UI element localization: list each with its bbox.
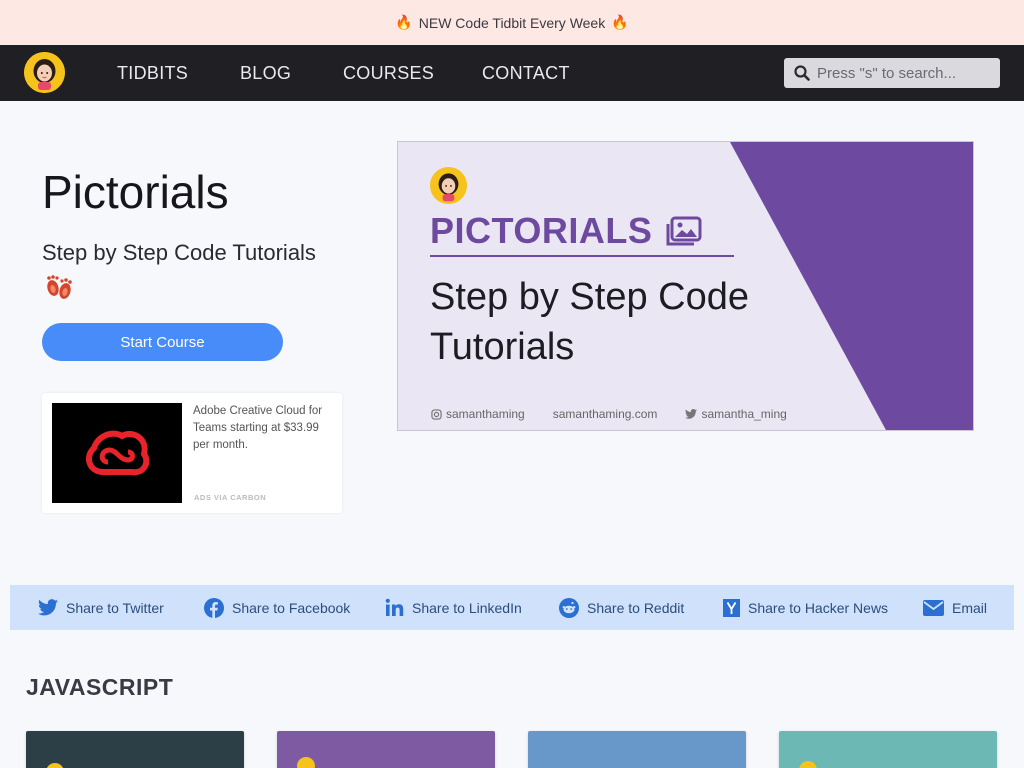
page-title: Pictorials	[42, 166, 229, 218]
announcement-text[interactable]: NEW Code Tidbit Every Week	[419, 15, 605, 31]
avatar-icon	[24, 52, 65, 93]
ad-text[interactable]: Adobe Creative Cloud for Teams starting …	[193, 403, 331, 454]
share-label[interactable]: Share to Facebook	[232, 600, 350, 616]
twitter-icon	[685, 409, 698, 419]
start-course-button[interactable]: Start Course	[42, 323, 283, 361]
nav-tidbits[interactable]: TIDBITS	[117, 45, 188, 101]
fire-icon: 🔥	[611, 14, 629, 30]
announcement-bar[interactable]: 🔥 NEW Code Tidbit Every Week 🔥	[0, 0, 1024, 45]
facebook-icon	[204, 597, 224, 618]
section-title: JAVASCRIPT	[26, 674, 174, 700]
tidbit-card[interactable]	[528, 731, 746, 768]
card-avatar-icon	[46, 763, 64, 768]
hacker-news-icon	[723, 598, 740, 617]
banner-divider	[430, 255, 734, 257]
course-banner: PICTORIALS Step by Step Code Tutorials s…	[397, 141, 974, 431]
share-bar: Share to Twitter Share to Facebook Share…	[10, 585, 1014, 630]
banner-avatar-icon	[430, 167, 467, 204]
search-input[interactable]: Press "s" to search...	[784, 58, 1000, 88]
share-label[interactable]: Email	[952, 600, 987, 616]
banner-title-text: PICTORIALS	[430, 210, 653, 251]
twitter-icon	[38, 599, 58, 616]
images-icon	[666, 216, 702, 246]
share-reddit-button[interactable]: Share to Reddit	[559, 585, 684, 630]
avatar-logo[interactable]	[24, 52, 65, 93]
banner-footer: samanthaming samanthaming.com samantha_m…	[431, 407, 787, 421]
search-icon	[794, 65, 810, 81]
share-label[interactable]: Share to Twitter	[66, 600, 164, 616]
footprints-icon	[44, 273, 74, 306]
share-twitter-button[interactable]: Share to Twitter	[38, 585, 164, 630]
share-hacker-news-button[interactable]: Share to Hacker News	[723, 585, 888, 630]
carbon-ad[interactable]: Adobe Creative Cloud for Teams starting …	[42, 393, 342, 513]
nav-contact[interactable]: CONTACT	[482, 45, 570, 101]
search-placeholder: Press "s" to search...	[817, 64, 957, 82]
page-subtitle: Step by Step Code Tutorials	[42, 240, 316, 265]
tidbit-card[interactable]	[779, 731, 997, 768]
card-avatar-icon	[799, 761, 817, 768]
share-label[interactable]: Share to Reddit	[587, 600, 684, 616]
reddit-icon	[559, 597, 579, 618]
creative-cloud-logo-icon	[86, 430, 150, 476]
banner-title: PICTORIALS	[430, 210, 702, 252]
share-facebook-button[interactable]: Share to Facebook	[204, 585, 350, 630]
share-label[interactable]: Share to LinkedIn	[412, 600, 522, 616]
email-icon	[923, 599, 944, 616]
banner-website: samanthaming.com	[552, 407, 658, 421]
banner-twitter: samantha_ming	[685, 407, 787, 421]
linkedin-icon	[385, 598, 404, 617]
card-avatar-icon	[297, 757, 315, 768]
tidbit-card[interactable]	[277, 731, 495, 768]
share-email-button[interactable]: Email	[923, 585, 987, 630]
tidbit-card[interactable]	[26, 731, 244, 768]
ad-via-label[interactable]: ADS VIA CARBON	[194, 493, 266, 502]
nav-courses[interactable]: COURSES	[343, 45, 434, 101]
nav-blog[interactable]: BLOG	[240, 45, 291, 101]
banner-instagram: samanthaming	[431, 407, 525, 421]
instagram-icon	[431, 408, 442, 420]
banner-subtitle: Step by Step Code Tutorials	[430, 276, 749, 368]
share-linkedin-button[interactable]: Share to LinkedIn	[385, 585, 522, 630]
fire-icon: 🔥	[395, 14, 413, 30]
ad-image[interactable]	[52, 403, 182, 503]
share-label[interactable]: Share to Hacker News	[748, 600, 888, 616]
